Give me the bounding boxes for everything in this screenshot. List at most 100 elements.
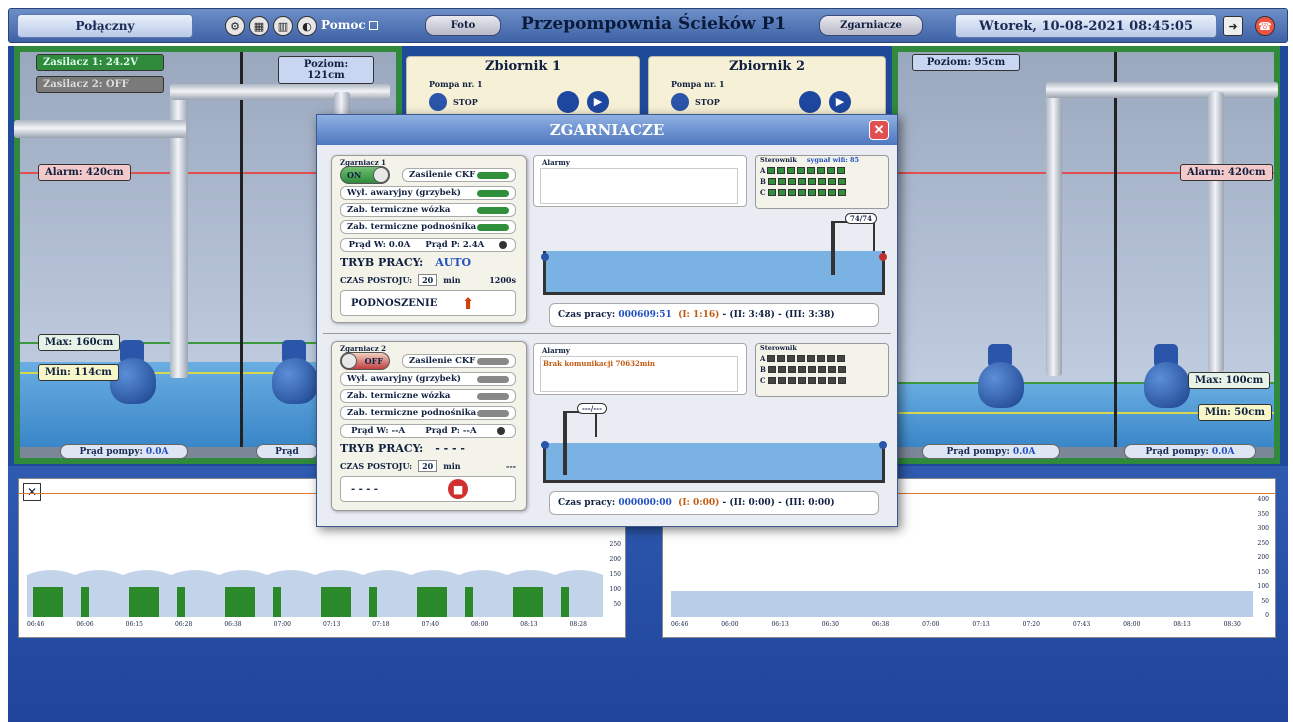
x-tick-label: 08:13 <box>520 621 538 628</box>
tank-2-panel: Zbiornik 2 Pompa nr. 1 STOP ▶ <box>648 56 886 118</box>
z1-mode-value: AUTO <box>435 255 472 269</box>
left-pipe-out <box>14 120 186 138</box>
tank-1-next-icon[interactable]: ▶ <box>587 91 609 113</box>
y-tick-label: 50 <box>613 601 621 608</box>
z1-power-label: Zasilenie CKF <box>409 170 476 180</box>
left-chart-bar <box>129 587 159 617</box>
z1-power-led <box>477 172 509 179</box>
z2-scraper-arm <box>567 411 597 437</box>
z2-work-time: Czas pracy: 000000:00 (I: 0:00) - (II: 0… <box>549 491 879 515</box>
x-tick-label: 06:30 <box>821 621 839 628</box>
z1-idle-input[interactable]: 20 <box>418 274 438 286</box>
z1-row-c: C <box>760 188 888 197</box>
right-pipe-top <box>1046 82 1278 98</box>
arrow-up-icon[interactable]: ⬆ <box>461 294 474 313</box>
right-chart-yticks: 400 350 300 250 200 150 100 50 0 <box>1251 493 1269 624</box>
right-pump-1-icon[interactable] <box>970 344 1032 414</box>
z2-left-sensor <box>541 441 549 449</box>
z2-work-i: (I: 0:00) <box>678 498 720 508</box>
z1-current-dot <box>499 241 508 249</box>
left-chart-bar <box>273 587 281 617</box>
x-tick-label: 06:06 <box>76 621 94 628</box>
right-max-label: Max: 100cm <box>1188 372 1271 389</box>
z1-cell <box>777 167 786 174</box>
z1-work-time: Czas pracy: 000609:51 (I: 1:16) - (II: 3… <box>549 303 879 327</box>
z1-cell <box>807 189 816 196</box>
z1-row-b-label: B <box>760 177 766 186</box>
x-tick-label: 06:13 <box>771 621 789 628</box>
right-min-label: Min: 50cm <box>1198 404 1272 421</box>
x-tick-label: 08:00 <box>470 621 489 628</box>
zgarniacze-button[interactable]: Zgarniacze <box>819 15 923 36</box>
x-tick-label: 07:13 <box>322 621 341 628</box>
left-chart-bar <box>177 587 185 617</box>
x-tick-label: 07:00 <box>273 621 291 628</box>
z1-power: Zasilenie CKF <box>402 168 516 182</box>
z2-cell <box>837 377 846 384</box>
tank-2-next-icon[interactable]: ▶ <box>829 91 851 113</box>
z1-cell <box>817 189 826 196</box>
bars-icon[interactable]: ▥ <box>273 16 293 36</box>
z1-thermal-cart: Zab. termiczne wózka <box>340 203 516 217</box>
z1-mode-label: TRYB PRACY: <box>340 255 424 269</box>
z2-panel: Zgarniacz 2 OFF Zasilenie CKF Wył. awary… <box>331 341 527 511</box>
z1-alarms-label: Alarmy <box>542 158 570 167</box>
left-chart-bar <box>33 587 63 617</box>
x-tick-label: 07:40 <box>421 621 439 628</box>
right-chart-area <box>671 591 1253 617</box>
photo-button[interactable]: Foto <box>425 15 501 36</box>
tank-1-info-icon[interactable] <box>557 91 579 113</box>
z2-idle-label: CZAS POSTOJU: <box>340 461 413 471</box>
z2-cell <box>787 366 796 373</box>
x-tick-label: 06:00 <box>721 621 739 628</box>
z1-emergency-led <box>477 190 509 197</box>
z1-cell <box>787 167 796 174</box>
y-tick-label: 150 <box>1257 568 1269 576</box>
y-tick-label: 400 <box>1257 496 1269 503</box>
z1-toggle[interactable]: ON <box>340 166 390 184</box>
z2-toggle[interactable]: OFF <box>340 352 390 370</box>
z2-position: ---/--- <box>577 403 607 414</box>
z1-work-ii: - (II: 3:48) <box>722 310 775 320</box>
x-tick-label: 06:28 <box>174 621 193 628</box>
help-link[interactable]: Pomoc <box>321 18 378 32</box>
settings-icon[interactable]: ⚙ <box>225 16 245 36</box>
z2-work-value: 000000:00 <box>618 498 672 508</box>
z2-mode-label: TRYB PRACY: <box>340 441 424 455</box>
x-tick-label: 06:38 <box>871 621 890 628</box>
z1-work-label: Czas pracy: <box>558 310 616 320</box>
x-tick-label: 08:00 <box>1123 621 1141 628</box>
logout-icon[interactable]: ➜ <box>1223 16 1243 36</box>
z2-current-w: Prąd W: --A <box>351 426 406 436</box>
z2-alarms: Alarmy Brak komunikacji 70632min <box>533 343 747 395</box>
left-chart-bar <box>321 587 351 617</box>
connection-status: Połączny <box>17 14 193 38</box>
z2-cell <box>777 366 786 373</box>
left-min-label: Min: 114cm <box>38 364 119 381</box>
z1-thermal-lift-led <box>477 224 509 231</box>
grid-icon[interactable]: ▦ <box>249 16 269 36</box>
z2-idle-input[interactable]: 20 <box>418 460 438 472</box>
tank-2-info-icon[interactable] <box>799 91 821 113</box>
phone-icon[interactable]: ☎ <box>1255 16 1275 36</box>
stop-icon[interactable]: ■ <box>448 479 469 499</box>
z1-row-a: A <box>760 166 888 175</box>
z2-cell <box>837 366 846 373</box>
z1-emergency: Wył. awaryjny (grzybek) <box>340 186 516 200</box>
z2-tank-diagram <box>543 443 885 483</box>
z1-work-iii: - (III: 3:38) <box>778 310 835 320</box>
z1-cell <box>787 178 796 185</box>
close-icon[interactable]: ✕ <box>869 120 889 140</box>
z1-idle: CZAS POSTOJU: 20 min 1200s <box>340 272 516 288</box>
z2-cell <box>827 355 836 362</box>
x-tick-label: 08:28 <box>569 621 587 628</box>
palette-icon[interactable]: ◐ <box>297 16 317 36</box>
top-bar: Połączny ⚙ ▦ ▥ ◐ Pomoc Foto Przepompowni… <box>8 8 1288 43</box>
left-chart-xticks: 06:46 06:06 06:15 06:28 06:38 07:00 07:13 07:18… <box>27 621 587 628</box>
y-tick-label: 0 <box>1265 612 1269 619</box>
z1-cell <box>767 178 776 185</box>
z1-idle-unit: min <box>443 275 461 285</box>
z1-cell <box>797 178 806 185</box>
tank-2-title: Zbiornik 2 <box>728 59 805 74</box>
right-pump-2-current-label: Prąd pompy: <box>1145 446 1209 457</box>
